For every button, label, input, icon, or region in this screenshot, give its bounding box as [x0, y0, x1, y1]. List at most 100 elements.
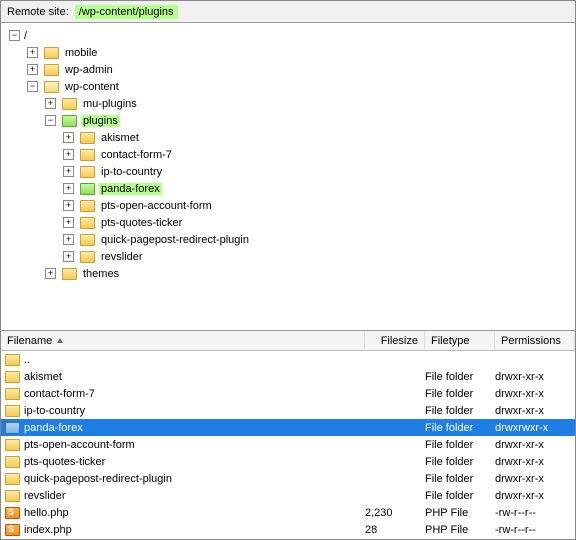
- file-type: File folder: [425, 473, 495, 485]
- expand-icon[interactable]: [45, 268, 56, 279]
- expand-icon[interactable]: [63, 217, 74, 228]
- file-name: ..: [24, 354, 365, 366]
- column-filetype[interactable]: Filetype: [425, 331, 495, 350]
- expand-icon[interactable]: [45, 98, 56, 109]
- folder-icon: [5, 405, 20, 417]
- file-row[interactable]: revsliderFile folderdrwxr-xr-x: [1, 487, 575, 504]
- file-row[interactable]: index.php28PHP File-rw-r--r--: [1, 521, 575, 536]
- folder-icon: [80, 132, 95, 144]
- file-size: 28: [365, 524, 425, 536]
- expand-icon[interactable]: [63, 149, 74, 160]
- file-row[interactable]: ..: [1, 351, 575, 368]
- file-name: pts-open-account-form: [24, 439, 365, 451]
- file-type: PHP File: [425, 524, 495, 536]
- expand-icon[interactable]: [63, 166, 74, 177]
- expand-icon[interactable]: [27, 64, 38, 75]
- tree-node-contact-form-7[interactable]: contact-form-7: [1, 146, 575, 163]
- tree-node-panda-forex[interactable]: panda-forex: [1, 180, 575, 197]
- file-row[interactable]: ip-to-countryFile folderdrwxr-xr-x: [1, 402, 575, 419]
- file-permissions: drwxr-xr-x: [495, 473, 575, 485]
- tree-label: ip-to-country: [99, 166, 164, 178]
- php-file-icon: [5, 507, 20, 519]
- file-grid-header: Filename Filesize Filetype Permissions: [1, 331, 575, 351]
- address-bar: Remote site: /wp-content/plugins: [1, 1, 575, 23]
- tree-node-pts-open-account-form[interactable]: pts-open-account-form: [1, 197, 575, 214]
- file-name: contact-form-7: [24, 388, 365, 400]
- file-type: PHP File: [425, 507, 495, 519]
- tree-node-/[interactable]: /: [1, 27, 575, 44]
- tree-label: panda-forex: [99, 183, 162, 195]
- expand-icon[interactable]: [63, 200, 74, 211]
- tree-node-pts-quotes-ticker[interactable]: pts-quotes-ticker: [1, 214, 575, 231]
- php-file-icon: [5, 524, 20, 536]
- file-type: File folder: [425, 439, 495, 451]
- folder-icon: [5, 490, 20, 502]
- column-filename[interactable]: Filename: [1, 331, 365, 350]
- folder-icon: [80, 149, 95, 161]
- file-name: revslider: [24, 490, 365, 502]
- file-row[interactable]: akismetFile folderdrwxr-xr-x: [1, 368, 575, 385]
- expand-icon[interactable]: [63, 234, 74, 245]
- tree-label: /: [22, 30, 29, 42]
- remote-tree[interactable]: / mobile wp-admin wp-content mu-plugins plugi…: [1, 23, 575, 331]
- tree-node-mu-plugins[interactable]: mu-plugins: [1, 95, 575, 112]
- file-name: ip-to-country: [24, 405, 365, 417]
- file-permissions: -rw-r--r--: [495, 507, 575, 519]
- folder-icon: [44, 64, 59, 76]
- file-row[interactable]: pts-open-account-form File folderdrwxr-xr…: [1, 436, 575, 453]
- folder-icon: [80, 217, 95, 229]
- file-type: File folder: [425, 388, 495, 400]
- file-size: 2,230: [365, 507, 425, 519]
- tree-label: wp-content: [63, 81, 121, 93]
- file-type: File folder: [425, 405, 495, 417]
- tree-label: mu-plugins: [81, 98, 139, 110]
- collapse-icon[interactable]: [9, 30, 20, 41]
- expand-icon[interactable]: [63, 183, 74, 194]
- folder-icon: [62, 115, 77, 127]
- column-filesize[interactable]: Filesize: [365, 331, 425, 350]
- tree-node-mobile[interactable]: mobile: [1, 44, 575, 61]
- file-row[interactable]: quick-pagepost-redirect-pluginFile folde…: [1, 470, 575, 487]
- folder-icon: [5, 456, 20, 468]
- expand-icon[interactable]: [63, 132, 74, 143]
- tree-label: mobile: [63, 47, 99, 59]
- file-type: File folder: [425, 456, 495, 468]
- file-type: File folder: [425, 490, 495, 502]
- file-row[interactable]: panda-forexFile folderdrwxrwxr-x: [1, 419, 575, 436]
- tree-node-wp-content[interactable]: wp-content: [1, 78, 575, 95]
- file-permissions: -rw-r--r--: [495, 524, 575, 536]
- tree-node-ip-to-country[interactable]: ip-to-country: [1, 163, 575, 180]
- file-grid[interactable]: ..akismetFile folderdrwxr-xr-xcontact-fo…: [1, 351, 575, 536]
- expand-icon[interactable]: [27, 47, 38, 58]
- file-row[interactable]: contact-form-7 File folderdrwxr-xr-x: [1, 385, 575, 402]
- address-path[interactable]: /wp-content/plugins: [75, 5, 178, 19]
- file-permissions: drwxr-xr-x: [495, 439, 575, 451]
- folder-icon: [5, 439, 20, 451]
- file-name: hello.php: [24, 507, 365, 519]
- tree-node-quick-pagepost-redirect-plugin[interactable]: quick-pagepost-redirect-plugin: [1, 231, 575, 248]
- folder-icon: [80, 166, 95, 178]
- folder-icon: [5, 422, 20, 434]
- file-row[interactable]: hello.php2,230PHP File-rw-r--r--: [1, 504, 575, 521]
- folder-icon: [5, 473, 20, 485]
- folder-icon: [80, 234, 95, 246]
- file-row[interactable]: pts-quotes-tickerFile folderdrwxr-xr-x: [1, 453, 575, 470]
- collapse-icon[interactable]: [45, 115, 56, 126]
- tree-node-wp-admin[interactable]: wp-admin: [1, 61, 575, 78]
- tree-node-akismet[interactable]: akismet: [1, 129, 575, 146]
- address-label: Remote site:: [1, 6, 75, 18]
- tree-node-plugins[interactable]: plugins: [1, 112, 575, 129]
- file-type: File folder: [425, 422, 495, 434]
- tree-node-themes[interactable]: themes: [1, 265, 575, 282]
- tree-label: revslider: [99, 251, 145, 263]
- expand-icon[interactable]: [63, 251, 74, 262]
- folder-icon: [5, 354, 20, 366]
- file-type: File folder: [425, 371, 495, 383]
- tree-label: contact-form-7: [99, 149, 174, 161]
- file-permissions: drwxr-xr-x: [495, 388, 575, 400]
- column-permissions[interactable]: Permissions: [495, 331, 575, 350]
- collapse-icon[interactable]: [27, 81, 38, 92]
- folder-icon: [62, 268, 77, 280]
- file-name: index.php: [24, 524, 365, 536]
- tree-node-revslider[interactable]: revslider: [1, 248, 575, 265]
